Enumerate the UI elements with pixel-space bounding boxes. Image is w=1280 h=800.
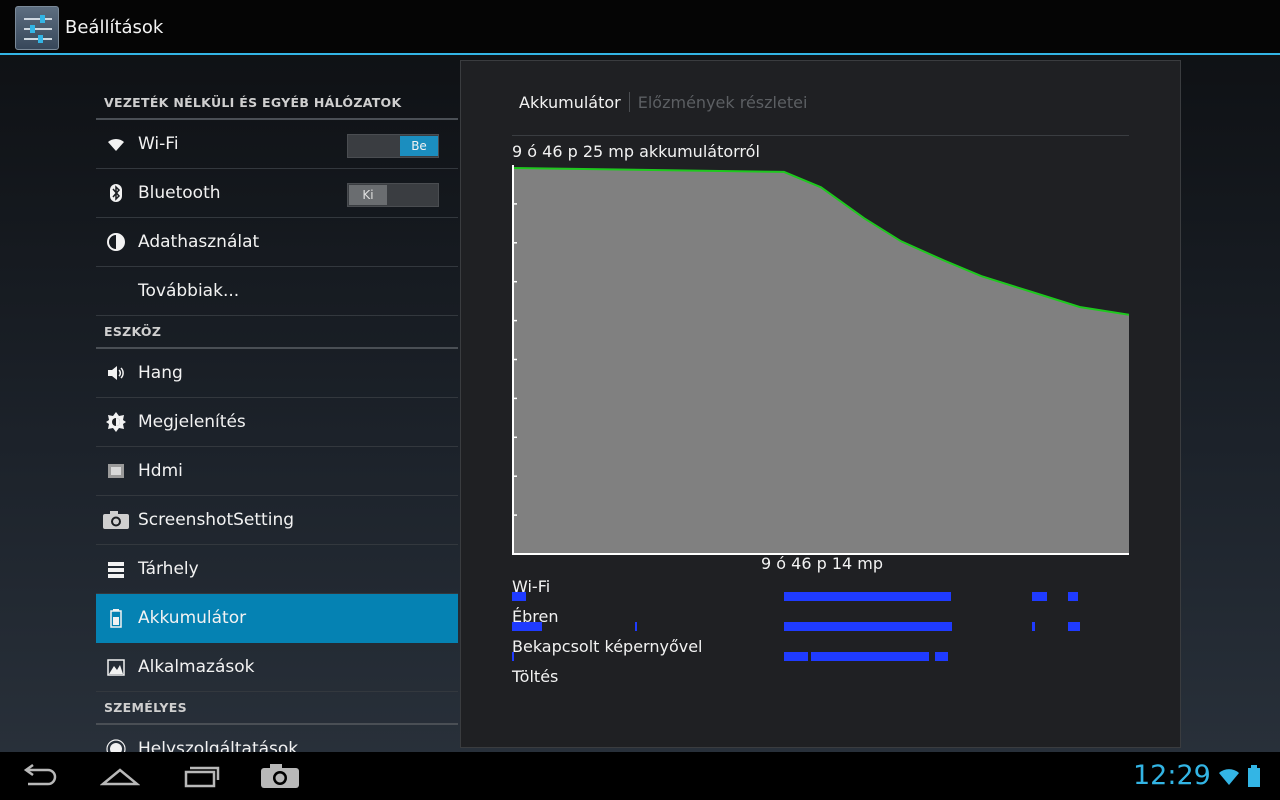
settings-item-label: Akkumulátor [138, 608, 247, 628]
battery-graph-duration: 9 ó 46 p 14 mp [761, 554, 884, 573]
tab-battery[interactable]: Akkumulátor [519, 93, 621, 112]
awake-signal-bar [1068, 622, 1080, 631]
settings-item-label: Helyszolgáltatások [138, 739, 299, 752]
settings-item-sound[interactable]: Hang [96, 349, 458, 398]
wifi-signal-bar [1032, 592, 1047, 601]
brightness-icon [106, 412, 126, 432]
awake-signal-bar [512, 622, 542, 631]
tabs-divider [512, 135, 1129, 136]
bluetooth-toggle[interactable]: Ki [347, 183, 439, 207]
tab-separator [628, 92, 630, 112]
tab-history-details[interactable]: Előzmények részletei [638, 93, 808, 112]
settings-item-data-usage[interactable]: Adathasználat [96, 218, 458, 267]
settings-item-label: ScreenshotSetting [138, 510, 295, 530]
settings-sliders-icon[interactable] [15, 6, 59, 50]
wifi-signal-bar [1068, 592, 1078, 601]
app-title: Beállítások [65, 17, 164, 38]
settings-item-apps[interactable]: Alkalmazások [96, 643, 458, 692]
settings-item-wifi[interactable]: Wi-Fi Be [96, 120, 458, 169]
home-icon[interactable] [99, 762, 141, 790]
signal-label-charging: Töltés [512, 667, 559, 686]
settings-item-label: Megjelenítés [138, 412, 246, 432]
settings-item-label: Alkalmazások [138, 657, 255, 677]
detail-tabs: Akkumulátor Előzmények részletei [519, 91, 807, 113]
settings-list: VEZETÉK NÉLKÜLI ÉS EGYÉB HÁLÓZATOK Wi-Fi… [96, 56, 458, 752]
settings-item-label: Wi-Fi [138, 134, 179, 154]
camera-icon [102, 510, 130, 530]
volume-icon [106, 363, 126, 383]
settings-item-hdmi[interactable]: Hdmi [96, 447, 458, 496]
battery-icon [106, 608, 126, 628]
bluetooth-toggle-state: Ki [349, 185, 387, 205]
screen-on-signal-bar [512, 652, 514, 661]
settings-item-label: Hdmi [138, 461, 183, 481]
wifi-signal-bar [512, 592, 526, 601]
battery-detail-panel: Akkumulátor Előzmények részletei 9 ó 46 … [460, 60, 1181, 748]
settings-item-bluetooth[interactable]: Bluetooth Ki [96, 169, 458, 218]
screen-on-signal-bar [811, 652, 929, 661]
signal-label-screen-on: Bekapcsolt képernyővel [512, 637, 703, 656]
battery-graph-svg [512, 165, 1130, 555]
section-header-device: ESZKÖZ [96, 317, 458, 349]
wifi-icon [106, 134, 126, 154]
awake-signal-bar [1032, 622, 1035, 631]
battery-level-area [513, 168, 1129, 554]
settings-item-label: Továbbiak... [138, 281, 240, 301]
wifi-toggle[interactable]: Be [347, 134, 439, 158]
settings-item-label: Bluetooth [138, 183, 221, 203]
data-usage-icon [106, 232, 126, 252]
battery-graph-caption: 9 ó 46 p 25 mp akkumulátorról [512, 142, 760, 161]
location-icon [106, 739, 126, 752]
status-clock: 12:29 [1133, 760, 1211, 791]
storage-icon [106, 559, 126, 579]
screen-on-signal-bar [935, 652, 948, 661]
action-bar: Beállítások [0, 0, 1280, 55]
battery-graph [512, 165, 1130, 555]
wifi-signal-bar [784, 592, 951, 601]
battery-status-icon [1246, 764, 1262, 788]
settings-item-label: Tárhely [138, 559, 199, 579]
back-icon[interactable] [20, 762, 60, 790]
section-header-personal: SZEMÉLYES [96, 693, 458, 725]
wifi-status-icon [1217, 764, 1241, 788]
settings-item-label: Hang [138, 363, 183, 383]
awake-signal-bar [635, 622, 637, 631]
settings-item-label: Adathasználat [138, 232, 260, 252]
awake-signal-bar [784, 622, 952, 631]
hdmi-icon [106, 461, 126, 481]
bluetooth-icon [106, 183, 126, 203]
section-header-wireless: VEZETÉK NÉLKÜLI ÉS EGYÉB HÁLÓZATOK [96, 88, 458, 120]
settings-item-battery[interactable]: Akkumulátor [96, 594, 458, 643]
recent-apps-icon[interactable] [182, 762, 222, 790]
settings-item-more[interactable]: Továbbiak... [96, 267, 458, 316]
settings-item-display[interactable]: Megjelenítés [96, 398, 458, 447]
settings-item-screenshot[interactable]: ScreenshotSetting [96, 496, 458, 545]
navigation-bar [0, 752, 1280, 800]
wifi-toggle-state: Be [400, 136, 438, 156]
settings-item-storage[interactable]: Tárhely [96, 545, 458, 594]
screen-on-signal-bar [784, 652, 808, 661]
apps-icon [106, 657, 126, 677]
screenshot-camera-icon[interactable] [260, 762, 300, 790]
settings-item-location[interactable]: Helyszolgáltatások [96, 725, 458, 752]
